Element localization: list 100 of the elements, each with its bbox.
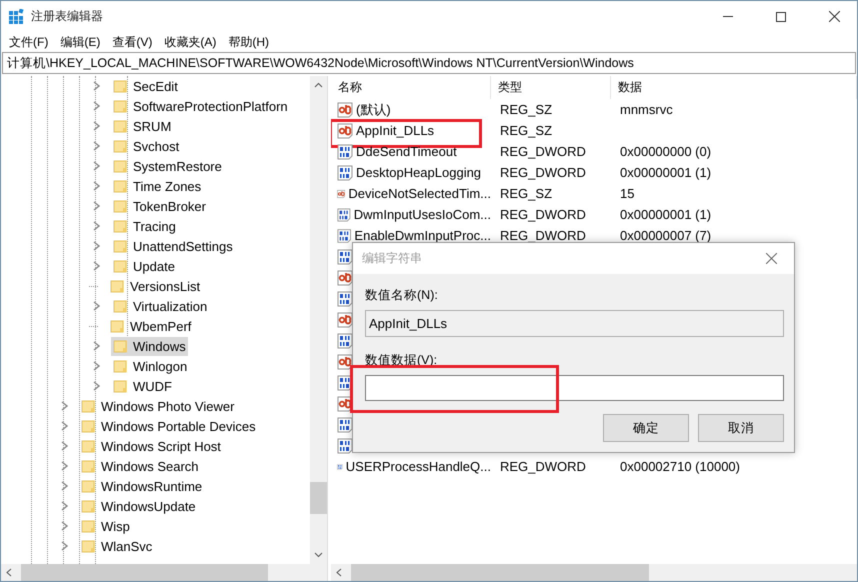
value-name[interactable]: EnableDwmInputProc...: [354, 228, 491, 243]
menu-item[interactable]: 收藏夹(A): [158, 34, 222, 50]
expand-icon[interactable]: [92, 361, 101, 371]
column-header[interactable]: 类型: [491, 76, 611, 99]
expand-icon[interactable]: [92, 101, 101, 111]
value-name-field[interactable]: AppInit_DLLs: [365, 310, 784, 337]
value-name[interactable]: DwmInputUsesIoCom...: [354, 207, 491, 222]
tree-item[interactable]: SecEdit: [111, 76, 180, 96]
tree-item[interactable]: UnattendSettings: [111, 236, 235, 256]
folder-icon: [81, 459, 95, 473]
expand-icon[interactable]: [60, 401, 69, 411]
folder-icon: [113, 359, 127, 373]
tree-item[interactable]: WindowsRuntime: [79, 476, 204, 496]
value-name[interactable]: USERProcessHandleQ...: [346, 459, 491, 474]
value-type: REG_DWORD: [499, 144, 587, 159]
horizontal-scrollbar[interactable]: [331, 564, 857, 581]
folder-icon: [113, 99, 127, 113]
expand-icon[interactable]: [92, 221, 101, 231]
folder-icon: [113, 259, 127, 273]
expand-icon[interactable]: [60, 521, 69, 531]
menu-item[interactable]: 帮助(H): [222, 34, 275, 50]
close-icon: [828, 11, 840, 22]
tree-item[interactable]: VersionsList: [108, 276, 202, 296]
expand-icon[interactable]: [92, 381, 101, 391]
tree-item[interactable]: Windows Photo Viewer: [79, 396, 236, 416]
scrollbar-thumb[interactable]: [310, 482, 327, 514]
expand-icon[interactable]: [92, 341, 101, 351]
tree-item[interactable]: SoftwareProtectionPlatforn: [111, 96, 290, 116]
expand-icon[interactable]: [60, 421, 69, 431]
expand-icon[interactable]: [60, 441, 69, 451]
tree-item[interactable]: Windows Search: [79, 456, 201, 476]
tree-item[interactable]: SystemRestore: [111, 156, 224, 176]
folder-icon: [81, 479, 95, 493]
expand-icon[interactable]: [92, 261, 101, 271]
folder-icon: [113, 239, 127, 253]
window-title: 注册表编辑器: [31, 8, 104, 25]
value-data: 0x00000001 (1): [619, 207, 712, 222]
dialog-button[interactable]: 确定: [603, 414, 689, 442]
value-type: REG_DWORD: [499, 459, 587, 474]
tree-item[interactable]: Windows: [111, 336, 188, 356]
column-header[interactable]: 名称: [331, 76, 491, 99]
folder-icon: [113, 79, 127, 93]
minimize-icon: [723, 16, 733, 17]
scrollbar-thumb[interactable]: [21, 564, 268, 581]
scrollbar-thumb[interactable]: [351, 564, 649, 581]
tree-item[interactable]: Wisp: [79, 516, 132, 536]
tree-item[interactable]: TokenBroker: [111, 196, 208, 216]
tree-item[interactable]: Windows Script Host: [79, 436, 223, 456]
menu-item[interactable]: 查看(V): [106, 34, 158, 50]
value-name[interactable]: DeviceNotSelectedTim...: [348, 186, 491, 201]
expand-icon[interactable]: [92, 201, 101, 211]
tree-item[interactable]: WbemPerf: [108, 316, 194, 336]
tree-item[interactable]: Tracing: [111, 216, 178, 236]
value-name[interactable]: DdeSendTimeout: [356, 144, 457, 159]
vertical-scrollbar[interactable]: [310, 76, 327, 564]
dialog-button[interactable]: 取消: [698, 414, 784, 442]
tree-item[interactable]: Time Zones: [111, 176, 204, 196]
address-bar[interactable]: 计算机\HKEY_LOCAL_MACHINE\SOFTWARE\WOW6432Node\Microsoft\Windows NT\CurrentVersion\Windows: [2, 52, 856, 74]
expand-icon[interactable]: [92, 161, 101, 171]
expand-icon[interactable]: [60, 481, 69, 491]
scroll-up-icon[interactable]: [314, 82, 323, 88]
horizontal-scrollbar[interactable]: [1, 564, 327, 581]
binary-value-icon: [337, 164, 353, 180]
tree-item[interactable]: WUDF: [111, 376, 174, 396]
string-value-icon: [337, 122, 353, 138]
string-value-icon: [337, 102, 353, 118]
tree-item[interactable]: SRUM: [111, 116, 174, 136]
tree-item[interactable]: WindowsUpdate: [79, 496, 198, 516]
expand-icon[interactable]: [60, 541, 69, 551]
expand-icon[interactable]: [92, 241, 101, 251]
value-name[interactable]: (默认): [356, 100, 391, 118]
expand-icon[interactable]: [92, 81, 101, 91]
menu-item[interactable]: 文件(F): [3, 34, 54, 50]
folder-icon: [110, 319, 124, 333]
expand-icon[interactable]: [60, 501, 69, 511]
expand-icon[interactable]: [60, 461, 69, 471]
value-data-field[interactable]: [365, 375, 784, 401]
tree-item[interactable]: Winlogon: [111, 356, 190, 376]
scroll-down-icon[interactable]: [314, 552, 323, 558]
folder-icon: [81, 499, 95, 513]
tree-item[interactable]: WlanSvc: [79, 536, 154, 556]
expand-icon[interactable]: [92, 301, 101, 311]
value-type: REG_SZ: [499, 186, 554, 201]
expand-icon[interactable]: [92, 181, 101, 191]
maximize-icon: [776, 12, 786, 22]
tree-item[interactable]: Virtualization: [111, 296, 210, 316]
column-header[interactable]: 数据: [611, 76, 857, 99]
value-type: REG_DWORD: [499, 165, 587, 180]
menu-item[interactable]: 编辑(E): [54, 34, 106, 50]
value-name[interactable]: AppInit_DLLs: [356, 123, 434, 138]
tree-item[interactable]: Svchost: [111, 136, 182, 156]
value-data: 0x00000001 (1): [619, 165, 712, 180]
tree-item[interactable]: Update: [111, 256, 177, 276]
expand-icon[interactable]: [92, 121, 101, 131]
folder-icon: [113, 379, 127, 393]
value-name[interactable]: DesktopHeapLogging: [356, 165, 482, 180]
folder-icon: [81, 439, 95, 453]
tree-item[interactable]: Windows Portable Devices: [79, 416, 258, 436]
expand-icon[interactable]: [92, 141, 101, 151]
folder-icon: [113, 139, 127, 153]
